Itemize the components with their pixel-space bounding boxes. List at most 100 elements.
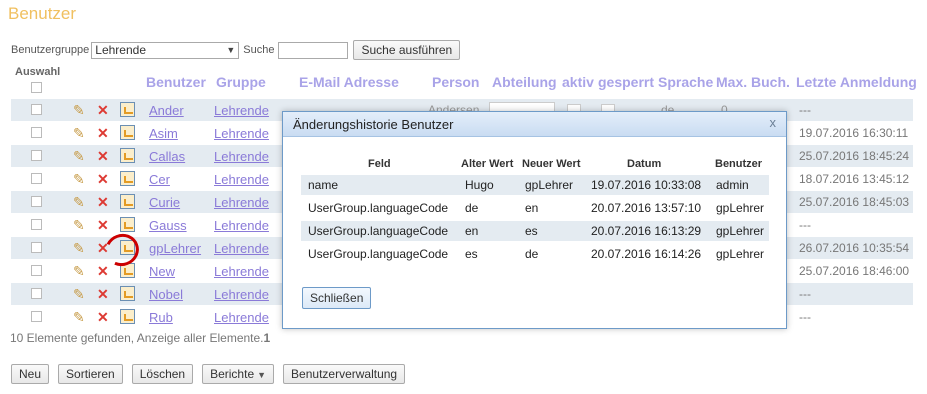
history-date: 19.07.2016 10:33:08 bbox=[591, 178, 702, 192]
history-new-value: en bbox=[525, 201, 539, 215]
history-new-value: es bbox=[525, 224, 538, 238]
history-icon[interactable] bbox=[120, 194, 135, 209]
sort-button[interactable]: Sortieren bbox=[58, 364, 123, 384]
group-link[interactable]: Lehrende bbox=[214, 172, 269, 187]
last-login-cell: --- bbox=[799, 287, 811, 301]
delete-x-icon[interactable]: ✕ bbox=[97, 171, 109, 187]
column-header-email[interactable]: E-Mail Adresse bbox=[299, 74, 399, 90]
history-icon[interactable] bbox=[120, 125, 135, 140]
search-input[interactable] bbox=[278, 41, 349, 59]
select-all-checkbox[interactable] bbox=[31, 82, 42, 96]
delete-button[interactable]: Löschen bbox=[131, 364, 194, 384]
pencil-icon[interactable]: ✎ bbox=[73, 171, 85, 187]
delete-x-icon[interactable]: ✕ bbox=[97, 148, 109, 164]
last-login-cell: 26.07.2016 10:35:54 bbox=[799, 241, 910, 255]
row-checkbox[interactable] bbox=[31, 219, 42, 230]
delete-x-icon[interactable]: ✕ bbox=[97, 217, 109, 233]
user-link[interactable]: Gauss bbox=[149, 218, 187, 233]
user-link[interactable]: Curie bbox=[149, 195, 180, 210]
history-icon[interactable] bbox=[120, 309, 135, 324]
page-title: Benutzer bbox=[8, 4, 77, 23]
reports-label: Berichte bbox=[210, 367, 255, 381]
group-link[interactable]: Lehrende bbox=[214, 126, 269, 141]
user-link[interactable]: Callas bbox=[149, 149, 185, 164]
group-link[interactable]: Lehrende bbox=[214, 195, 269, 210]
filter-bar: Benutzergruppe Lehrende ▼ Suche Suche au… bbox=[11, 40, 461, 60]
group-link[interactable]: Lehrende bbox=[214, 241, 269, 256]
delete-x-icon[interactable]: ✕ bbox=[97, 286, 109, 302]
history-field: name bbox=[308, 178, 339, 192]
user-link[interactable]: Asim bbox=[149, 126, 178, 141]
row-checkbox[interactable] bbox=[31, 150, 42, 161]
history-icon[interactable] bbox=[120, 102, 135, 117]
history-field: UserGroup.languageCode bbox=[308, 201, 449, 215]
row-checkbox[interactable] bbox=[31, 173, 42, 184]
column-header-last-login[interactable]: Letzte Anmeldung bbox=[796, 74, 917, 90]
page-number[interactable]: 1 bbox=[264, 331, 271, 345]
column-header-department[interactable]: Abteilung bbox=[492, 74, 557, 90]
history-icon[interactable] bbox=[120, 171, 135, 186]
delete-x-icon[interactable]: ✕ bbox=[97, 263, 109, 279]
group-link[interactable]: Lehrende bbox=[214, 264, 269, 279]
row-checkbox[interactable] bbox=[31, 288, 42, 299]
row-checkbox[interactable] bbox=[31, 196, 42, 207]
pencil-icon[interactable]: ✎ bbox=[73, 263, 85, 279]
user-admin-button[interactable]: Benutzerverwaltung bbox=[283, 364, 406, 384]
user-link[interactable]: Ander bbox=[149, 103, 184, 118]
group-link[interactable]: Lehrende bbox=[214, 218, 269, 233]
group-link[interactable]: Lehrende bbox=[214, 103, 269, 118]
last-login-cell: 19.07.2016 16:30:11 bbox=[799, 126, 909, 140]
pencil-icon[interactable]: ✎ bbox=[73, 194, 85, 210]
user-link[interactable]: New bbox=[149, 264, 175, 279]
pencil-icon[interactable]: ✎ bbox=[73, 102, 85, 118]
dialog-titlebar[interactable]: Änderungshistorie Benutzer x bbox=[283, 112, 786, 137]
new-button[interactable]: Neu bbox=[11, 364, 50, 384]
last-login-cell: --- bbox=[799, 218, 811, 232]
column-header-user[interactable]: Benutzer bbox=[146, 74, 206, 90]
column-header-person[interactable]: Person bbox=[432, 74, 479, 90]
column-header-active[interactable]: aktiv bbox=[562, 74, 594, 90]
row-checkbox[interactable] bbox=[31, 311, 42, 322]
column-header-group[interactable]: Gruppe bbox=[216, 74, 266, 90]
delete-x-icon[interactable]: ✕ bbox=[97, 125, 109, 141]
delete-x-icon[interactable]: ✕ bbox=[97, 194, 109, 210]
history-icon[interactable] bbox=[120, 148, 135, 163]
row-checkbox[interactable] bbox=[31, 104, 42, 115]
history-date: 20.07.2016 13:57:10 bbox=[591, 201, 702, 215]
reports-button[interactable]: Berichte ▼ bbox=[202, 364, 275, 384]
column-header-language[interactable]: Sprache bbox=[658, 74, 713, 90]
user-link[interactable]: Cer bbox=[149, 172, 170, 187]
close-button[interactable]: Schließen bbox=[302, 287, 372, 309]
history-user: gpLehrer bbox=[716, 201, 765, 215]
delete-x-icon[interactable]: ✕ bbox=[97, 309, 109, 325]
user-link[interactable]: Nobel bbox=[149, 287, 183, 302]
column-header-locked[interactable]: gesperrt bbox=[598, 74, 654, 90]
pencil-icon[interactable]: ✎ bbox=[73, 309, 85, 325]
pencil-icon[interactable]: ✎ bbox=[73, 217, 85, 233]
result-count: 10 Elemente gefunden, Anzeige aller Elem… bbox=[10, 331, 270, 345]
user-link[interactable]: gpLehrer bbox=[149, 241, 201, 256]
history-icon[interactable] bbox=[120, 217, 135, 232]
pencil-icon[interactable]: ✎ bbox=[73, 125, 85, 141]
row-checkbox[interactable] bbox=[31, 265, 42, 276]
user-link[interactable]: Rub bbox=[149, 310, 173, 325]
group-select[interactable]: Lehrende ▼ bbox=[91, 41, 240, 59]
row-checkbox[interactable] bbox=[31, 127, 42, 138]
close-icon[interactable]: x bbox=[770, 115, 777, 130]
dialog-title: Änderungshistorie Benutzer bbox=[293, 117, 454, 132]
delete-x-icon[interactable]: ✕ bbox=[97, 102, 109, 118]
last-login-cell: 25.07.2016 18:46:00 bbox=[799, 264, 910, 278]
column-header-max-bookings[interactable]: Max. Buch. bbox=[716, 74, 790, 90]
pencil-icon[interactable]: ✎ bbox=[73, 286, 85, 302]
group-link[interactable]: Lehrende bbox=[214, 287, 269, 302]
pencil-icon[interactable]: ✎ bbox=[73, 240, 85, 256]
history-field: UserGroup.languageCode bbox=[308, 224, 449, 238]
group-link[interactable]: Lehrende bbox=[214, 310, 269, 325]
group-link[interactable]: Lehrende bbox=[214, 149, 269, 164]
row-checkbox[interactable] bbox=[31, 242, 42, 253]
pencil-icon[interactable]: ✎ bbox=[73, 148, 85, 164]
search-button[interactable]: Suche ausführen bbox=[353, 40, 461, 60]
chevron-down-icon: ▼ bbox=[257, 370, 267, 380]
history-icon[interactable] bbox=[120, 286, 135, 301]
history-row: UserGroup.languageCode de en 20.07.2016 13:… bbox=[301, 198, 769, 218]
